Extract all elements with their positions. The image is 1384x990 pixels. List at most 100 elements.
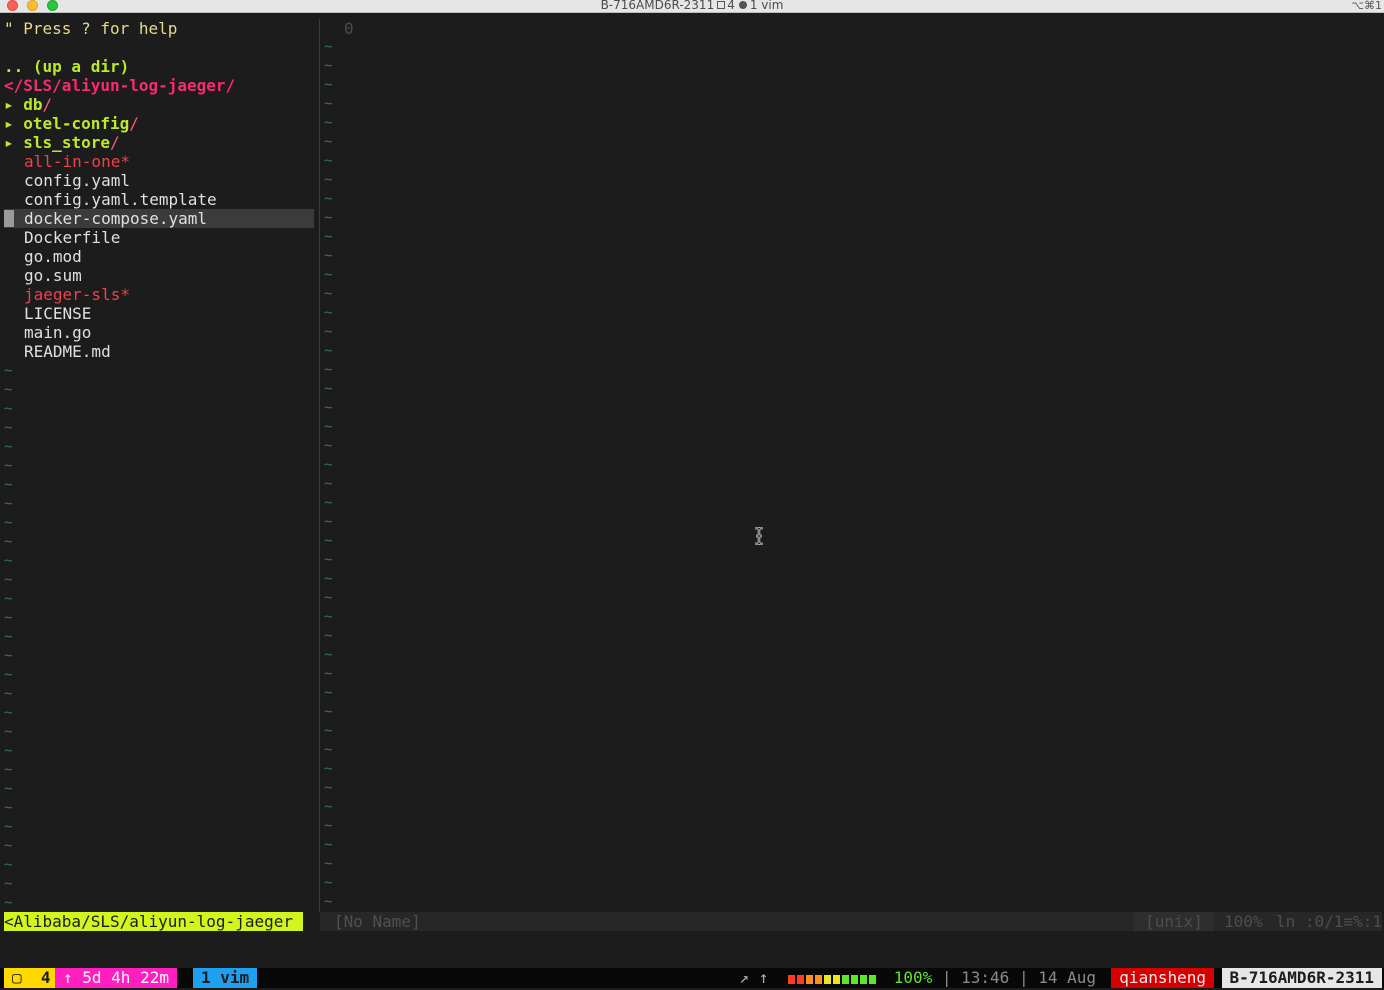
empty-line-tilde: ~	[324, 533, 333, 549]
editor-statusline: [No Name] [unix] 100% ln :0/1≡%:1	[320, 912, 1382, 931]
empty-line-tilde: ~	[324, 495, 333, 511]
empty-line-tilde: ~	[4, 420, 13, 436]
tree-file-config-yaml-template[interactable]: config.yaml.template	[24, 190, 217, 209]
empty-line-tilde: ~	[324, 837, 333, 853]
empty-line-tilde: ~	[324, 799, 333, 815]
empty-line-tilde: ~	[324, 457, 333, 473]
statusline-percent: 100%	[1224, 912, 1263, 931]
empty-line-tilde: ~	[324, 590, 333, 606]
empty-line-tilde: ~	[4, 477, 13, 493]
tmux-clock: | 13:46 | 14 Aug	[941, 968, 1096, 987]
empty-line-tilde: ~	[324, 609, 333, 625]
empty-line-tilde: ~	[324, 39, 333, 55]
pane-dot-icon	[738, 1, 747, 9]
tree-file-go-sum[interactable]: go.sum	[24, 266, 82, 285]
empty-line-tilde: ~	[4, 838, 13, 854]
empty-line-tilde: ~	[4, 724, 13, 740]
tmux-session[interactable]: ▢ 4	[4, 968, 59, 988]
empty-line-tilde: ~	[4, 534, 13, 550]
empty-line-tilde: ~	[4, 572, 13, 588]
empty-line-tilde: ~	[324, 552, 333, 568]
mouse-ibeam-cursor-icon	[755, 527, 763, 545]
vertical-split-divider[interactable]	[319, 19, 320, 912]
empty-line-tilde: ~	[4, 629, 13, 645]
tree-file-jaeger-sls[interactable]: jaeger-sls*	[24, 285, 130, 304]
tmux-user: qiansheng	[1111, 968, 1214, 988]
empty-line-tilde: ~	[4, 819, 13, 835]
empty-line-tilde: ~	[324, 96, 333, 112]
empty-line-tilde: ~	[4, 857, 13, 873]
empty-line-tilde: ~	[324, 343, 333, 359]
tree-file-all-in-one[interactable]: all-in-one*	[24, 152, 130, 171]
tmux-statusbar: ▢ 4 ↑ 5d 4h 22m 1 vim ↗ ↑ 100% | 13:46 |…	[0, 968, 1384, 988]
empty-line-tilde: ~	[4, 648, 13, 664]
empty-line-tilde: ~	[324, 723, 333, 739]
empty-line-tilde: ~	[4, 895, 13, 911]
tree-file-config-yaml[interactable]: config.yaml	[24, 171, 130, 190]
expand-arrow-icon: ▸	[4, 95, 14, 114]
tree-help-text: " Press ? for help	[4, 19, 178, 38]
empty-line-tilde: ~	[4, 610, 13, 626]
empty-line-tilde: ~	[4, 800, 13, 816]
empty-line-tilde: ~	[324, 742, 333, 758]
tree-dir-sls-store[interactable]: ▸ sls_store/	[4, 133, 120, 152]
battery-meter-icon	[787, 969, 886, 984]
empty-line-tilde: ~	[324, 438, 333, 454]
statusline-position: ln :0/1≡%:1	[1276, 912, 1382, 931]
tab-icon	[717, 1, 726, 9]
battery-percent: 100%	[893, 968, 933, 987]
empty-line-tilde: ~	[324, 818, 333, 834]
empty-line-tilde: ~	[324, 248, 333, 264]
empty-line-tilde: ~	[4, 743, 13, 759]
expand-arrow-icon: ▸	[4, 114, 14, 133]
empty-line-tilde: ~	[324, 571, 333, 587]
tmux-host: B-716AMD6R-2311	[1221, 968, 1382, 988]
tree-file-go-mod[interactable]: go.mod	[24, 247, 82, 266]
tmux-window-tab[interactable]: 1 vim	[193, 968, 258, 988]
empty-line-tilde: ~	[4, 762, 13, 778]
tree-file-readme[interactable]: README.md	[24, 342, 111, 361]
empty-line-tilde: ~	[324, 324, 333, 340]
empty-line-tilde: ~	[324, 628, 333, 644]
empty-line-tilde: ~	[324, 191, 333, 207]
empty-line-tilde: ~	[324, 666, 333, 682]
title-pane: 1 vim	[749, 0, 784, 12]
window-title: B-716AMD6R-2311 4 1 vim	[0, 0, 1384, 12]
window-titlebar: B-716AMD6R-2311 4 1 vim ⌥⌘1	[0, 0, 1384, 13]
empty-line-tilde: ~	[324, 514, 333, 530]
empty-line-tilde: ~	[4, 496, 13, 512]
dir-name: sls_store	[23, 133, 110, 152]
title-tab-count: 4	[727, 0, 735, 12]
empty-line-tilde: ~	[4, 515, 13, 531]
tree-file-license[interactable]: LICENSE	[24, 304, 91, 323]
empty-line-tilde: ~	[4, 781, 13, 797]
tree-file-docker-compose[interactable]: docker-compose.yaml	[24, 209, 207, 228]
dir-slash: /	[109, 133, 120, 152]
empty-line-tilde: ~	[4, 705, 13, 721]
empty-line-tilde: ~	[324, 894, 333, 910]
tree-file-dockerfile[interactable]: Dockerfile	[24, 228, 120, 247]
tree-dir-db[interactable]: ▸ db/	[4, 95, 52, 114]
empty-line-tilde: ~	[4, 363, 13, 379]
empty-line-tilde: ~	[324, 172, 333, 188]
empty-line-tilde: ~	[324, 305, 333, 321]
empty-line-tilde: ~	[324, 476, 333, 492]
tree-dir-otel-config[interactable]: ▸ otel-config/	[4, 114, 139, 133]
empty-line-tilde: ~	[324, 77, 333, 93]
text-cursor	[4, 210, 14, 227]
tree-current-dir[interactable]: </SLS/aliyun-log-jaeger/	[4, 76, 235, 95]
empty-line-tilde: ~	[4, 458, 13, 474]
tree-statusline: <Alibaba/SLS/aliyun-log-jaeger	[4, 912, 303, 931]
empty-line-tilde: ~	[4, 876, 13, 892]
expand-arrow-icon: ▸	[4, 133, 14, 152]
statusline-fileformat: [unix]	[1134, 912, 1214, 931]
tree-file-main-go[interactable]: main.go	[24, 323, 91, 342]
empty-line-tilde: ~	[324, 210, 333, 226]
empty-line-tilde: ~	[324, 647, 333, 663]
empty-line-tilde: ~	[324, 875, 333, 891]
tree-up-dir[interactable]: .. (up a dir)	[4, 57, 129, 76]
empty-line-tilde: ~	[324, 267, 333, 283]
title-host: B-716AMD6R-2311	[600, 0, 715, 12]
empty-line-tilde: ~	[324, 229, 333, 245]
dir-slash: /	[129, 114, 139, 133]
